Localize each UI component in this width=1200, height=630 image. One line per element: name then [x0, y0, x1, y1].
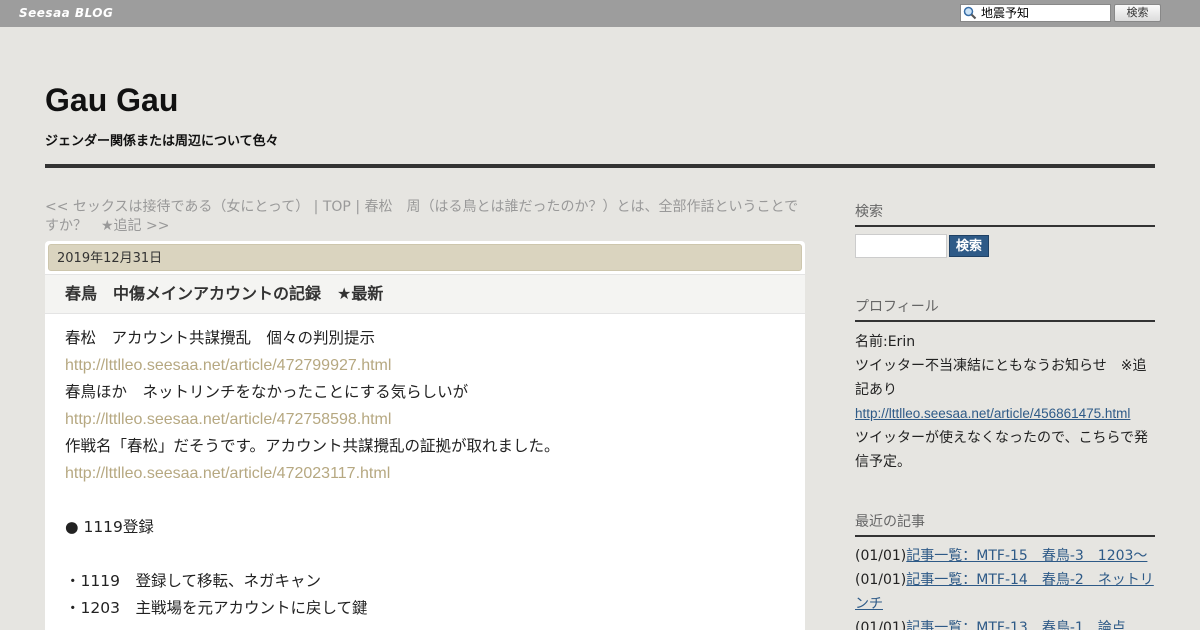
profile-name: 名前:Erin	[855, 334, 916, 350]
article-line	[65, 487, 790, 514]
article: 2019年12月31日 春鳥 中傷メインアカウントの記録 ★最新 春松 アカウン…	[45, 241, 805, 630]
sidebar-recent-heading: 最近の記事	[855, 511, 1155, 537]
article-line: ・1203 主戦場を元アカウントに戻して鍵	[65, 599, 368, 617]
article-line	[65, 541, 790, 568]
top-link[interactable]: TOP	[323, 199, 351, 215]
recent-article-link[interactable]: 記事一覧：MTF-15 春鳥-3 1203～	[906, 548, 1147, 564]
profile-notice: ツイッター不当凍結にともなうお知らせ ※追記あり	[855, 358, 1147, 398]
article-link[interactable]: http://lttlleo.seesaa.net/article/472799…	[65, 357, 391, 374]
recent-article-item: (01/01)記事一覧：MTF-15 春鳥-3 1203～	[855, 544, 1155, 568]
article-line: http://lttlleo.seesaa.net/article/472758…	[65, 406, 790, 433]
article-body: 春松 アカウント共謀攪乱 個々の判別提示 http://lttlleo.seesa…	[65, 325, 790, 622]
sidebar-search-button[interactable]: 検索	[949, 235, 989, 257]
profile-link[interactable]: http://lttlleo.seesaa.net/article/456861…	[855, 406, 1130, 421]
recent-article-item: (01/01)記事一覧：MTF-13 春鳥-1 論点	[855, 616, 1155, 630]
article-line: 春松 アカウント共謀攪乱 個々の判別提示	[65, 329, 376, 347]
profile-section: 名前:Erin ツイッター不当凍結にともなうお知らせ ※追記あり http://…	[855, 330, 1155, 474]
article-line: http://lttlleo.seesaa.net/article/472023…	[65, 460, 790, 487]
seesaa-blog-logo[interactable]: Seesaa BLOG	[19, 6, 113, 20]
top-bar: Seesaa BLOG 地震予知 検索	[0, 0, 1200, 27]
recent-article-date: (01/01)	[855, 620, 907, 630]
article-navigation: << セックスは接待である（女にとって） | TOP | 春松 周（はる鳥とは誰…	[45, 198, 810, 236]
article-line: 作戦名「春松」だそうです。アカウント共謀攪乱の証拠が取れました。	[65, 437, 560, 455]
article-link[interactable]: http://lttlleo.seesaa.net/article/472758…	[65, 411, 391, 428]
header-divider	[45, 164, 1155, 168]
sidebar-profile-heading: プロフィール	[855, 296, 1155, 322]
article-title[interactable]: 春鳥 中傷メインアカウントの記録 ★最新	[45, 274, 805, 314]
site-title[interactable]: Gau Gau	[45, 82, 178, 119]
article-line: ・1119 登録して移転、ネガキャン	[65, 572, 321, 590]
nav-separator: |	[309, 199, 323, 215]
recent-article-date: (01/01)	[855, 572, 907, 588]
sidebar-search-input[interactable]	[855, 234, 947, 258]
site-description: ジェンダー関係または周辺について色々	[45, 134, 279, 149]
profile-note: ツイッターが使えなくなったので、こちらで発信予定。	[855, 430, 1149, 470]
recent-article-item: (01/01)記事一覧：MTF-14 春鳥-2 ネットリンチ	[855, 568, 1155, 616]
article-date: 2019年12月31日	[48, 244, 802, 271]
nav-separator: |	[350, 199, 365, 215]
top-search-input[interactable]: 地震予知	[960, 4, 1111, 22]
top-search-button[interactable]: 検索	[1114, 4, 1161, 22]
article-line: http://lttlleo.seesaa.net/article/472799…	[65, 352, 790, 379]
article-line: 春鳥ほか ネットリンチをなかったことにする気らしいが	[65, 383, 469, 401]
recent-articles-list: (01/01)記事一覧：MTF-15 春鳥-3 1203～ (01/01)記事一覧…	[855, 544, 1155, 630]
recent-article-date: (01/01)	[855, 548, 907, 564]
sidebar-search-heading: 検索	[855, 201, 1155, 227]
magnifier-icon	[963, 6, 977, 20]
article-link[interactable]: http://lttlleo.seesaa.net/article/472023…	[65, 465, 390, 482]
prev-article-link[interactable]: << セックスは接待である（女にとって）	[45, 199, 309, 215]
article-line: ● 1119登録	[65, 518, 154, 536]
recent-article-link[interactable]: 記事一覧：MTF-13 春鳥-1 論点	[906, 620, 1126, 630]
